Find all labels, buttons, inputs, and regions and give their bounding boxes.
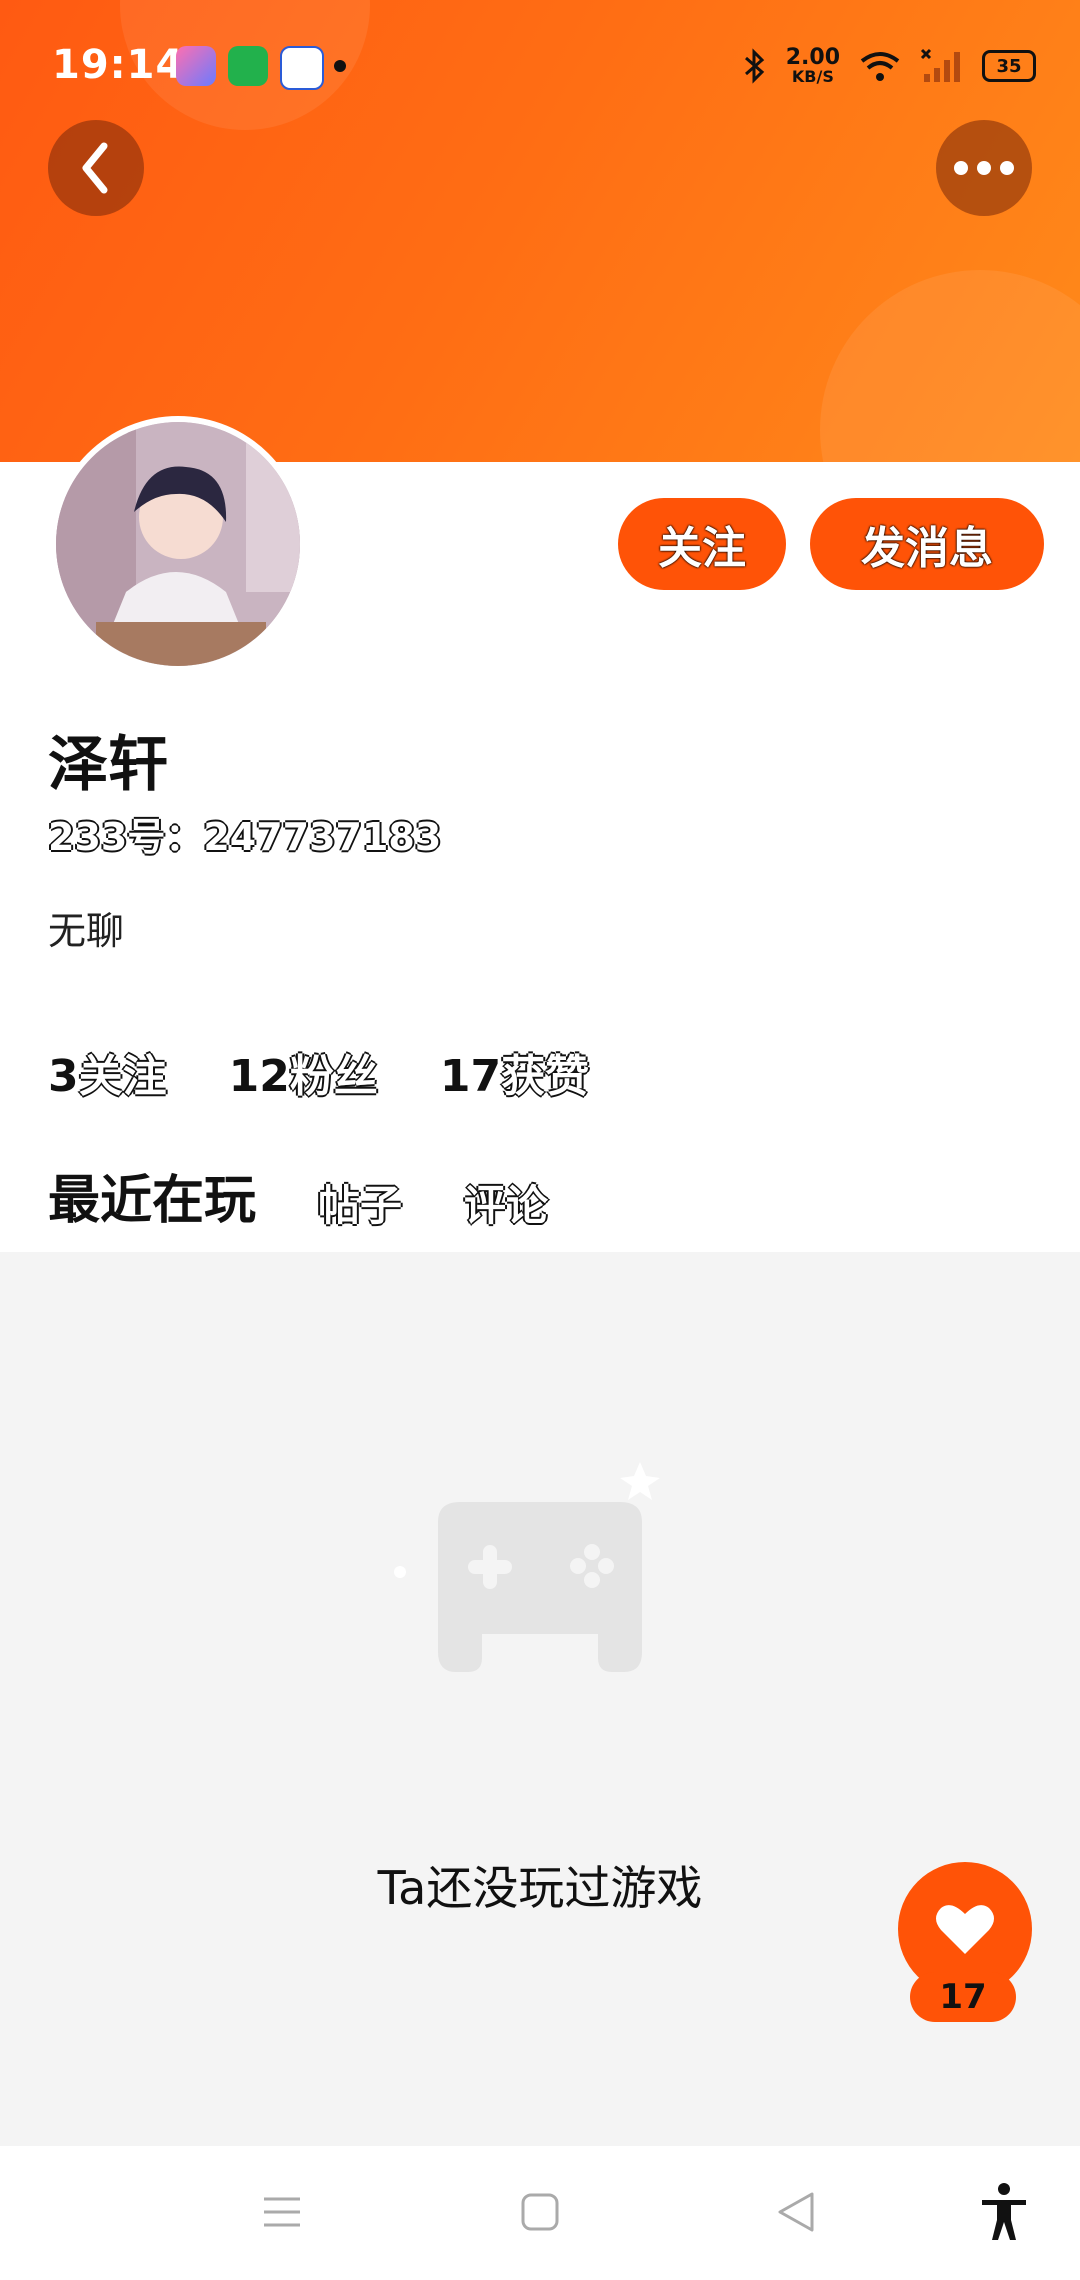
tab-posts[interactable]: 帖子 [318, 1172, 402, 1233]
fans-count: 12 [228, 1051, 290, 1102]
profile-name: 泽轩 [48, 730, 168, 800]
home-button[interactable] [504, 2176, 576, 2248]
likes-stat[interactable]: 17获赞 [440, 1040, 589, 1104]
avatar[interactable] [50, 416, 306, 672]
following-stat[interactable]: 3关注 [48, 1040, 167, 1104]
status-bar: 19:14 2.00 KB/S 35 [0, 0, 1080, 130]
chevron-left-icon [82, 142, 108, 194]
tab-comments[interactable]: 评论 [464, 1172, 548, 1233]
message-button[interactable]: 发消息 [810, 498, 1044, 590]
accessibility-icon [982, 2183, 1026, 2240]
back-button[interactable] [48, 120, 144, 216]
net-speed-unit: KB/S [791, 67, 834, 86]
back-triangle-icon [778, 2192, 814, 2232]
net-speed: 2.00 KB/S [786, 47, 840, 85]
likes-count: 17 [439, 1051, 502, 1102]
like-count: 17 [910, 1972, 1016, 2022]
fans-label: 粉丝 [289, 1051, 378, 1102]
gamepad-icon [394, 1462, 660, 1672]
fans-stat[interactable]: 12粉丝 [229, 1040, 378, 1104]
tab-recently-played[interactable]: 最近在玩 [48, 1158, 257, 1269]
bluetooth-icon [744, 48, 764, 84]
following-label: 关注 [78, 1051, 167, 1102]
profile-bio: 无聊 [48, 909, 125, 953]
more-horizontal-icon [954, 161, 1014, 175]
home-square-icon [521, 2193, 559, 2231]
avatar-image [56, 422, 300, 666]
follow-button[interactable]: 关注 [618, 498, 786, 590]
following-count: 3 [48, 1051, 79, 1102]
likes-label: 获赞 [501, 1051, 590, 1102]
more-button[interactable] [936, 120, 1032, 216]
accessibility-button[interactable] [968, 2176, 1040, 2248]
status-time: 19:14 [52, 42, 185, 88]
notification-dot [334, 60, 346, 72]
baidu-icon [280, 46, 324, 90]
message-button-label: 发消息 [861, 523, 993, 574]
wifi-icon [860, 52, 900, 81]
menu-icon [264, 2197, 300, 2227]
app-icon-1 [176, 46, 216, 86]
menu-button[interactable] [246, 2176, 318, 2248]
tab-posts-label: 帖子 [318, 1181, 403, 1230]
app-icon-2 [228, 46, 268, 86]
tab-recently-played-label: 最近在玩 [48, 1171, 257, 1231]
battery-icon: 35 [982, 50, 1036, 82]
back-nav-button[interactable] [760, 2176, 832, 2248]
tab-comments-label: 评论 [464, 1181, 549, 1230]
heart-icon [936, 1905, 994, 1954]
profile-stats: 3关注 12粉丝 17获赞 [48, 1040, 589, 1104]
signal-icon [920, 48, 960, 82]
follow-button-label: 关注 [658, 523, 746, 574]
profile-uid: 233号：247737183 [48, 815, 442, 859]
battery-level: 35 [996, 55, 1022, 77]
system-nav-bar [0, 2146, 1080, 2280]
profile-tabs: 最近在玩 帖子 评论 [48, 1158, 548, 1269]
